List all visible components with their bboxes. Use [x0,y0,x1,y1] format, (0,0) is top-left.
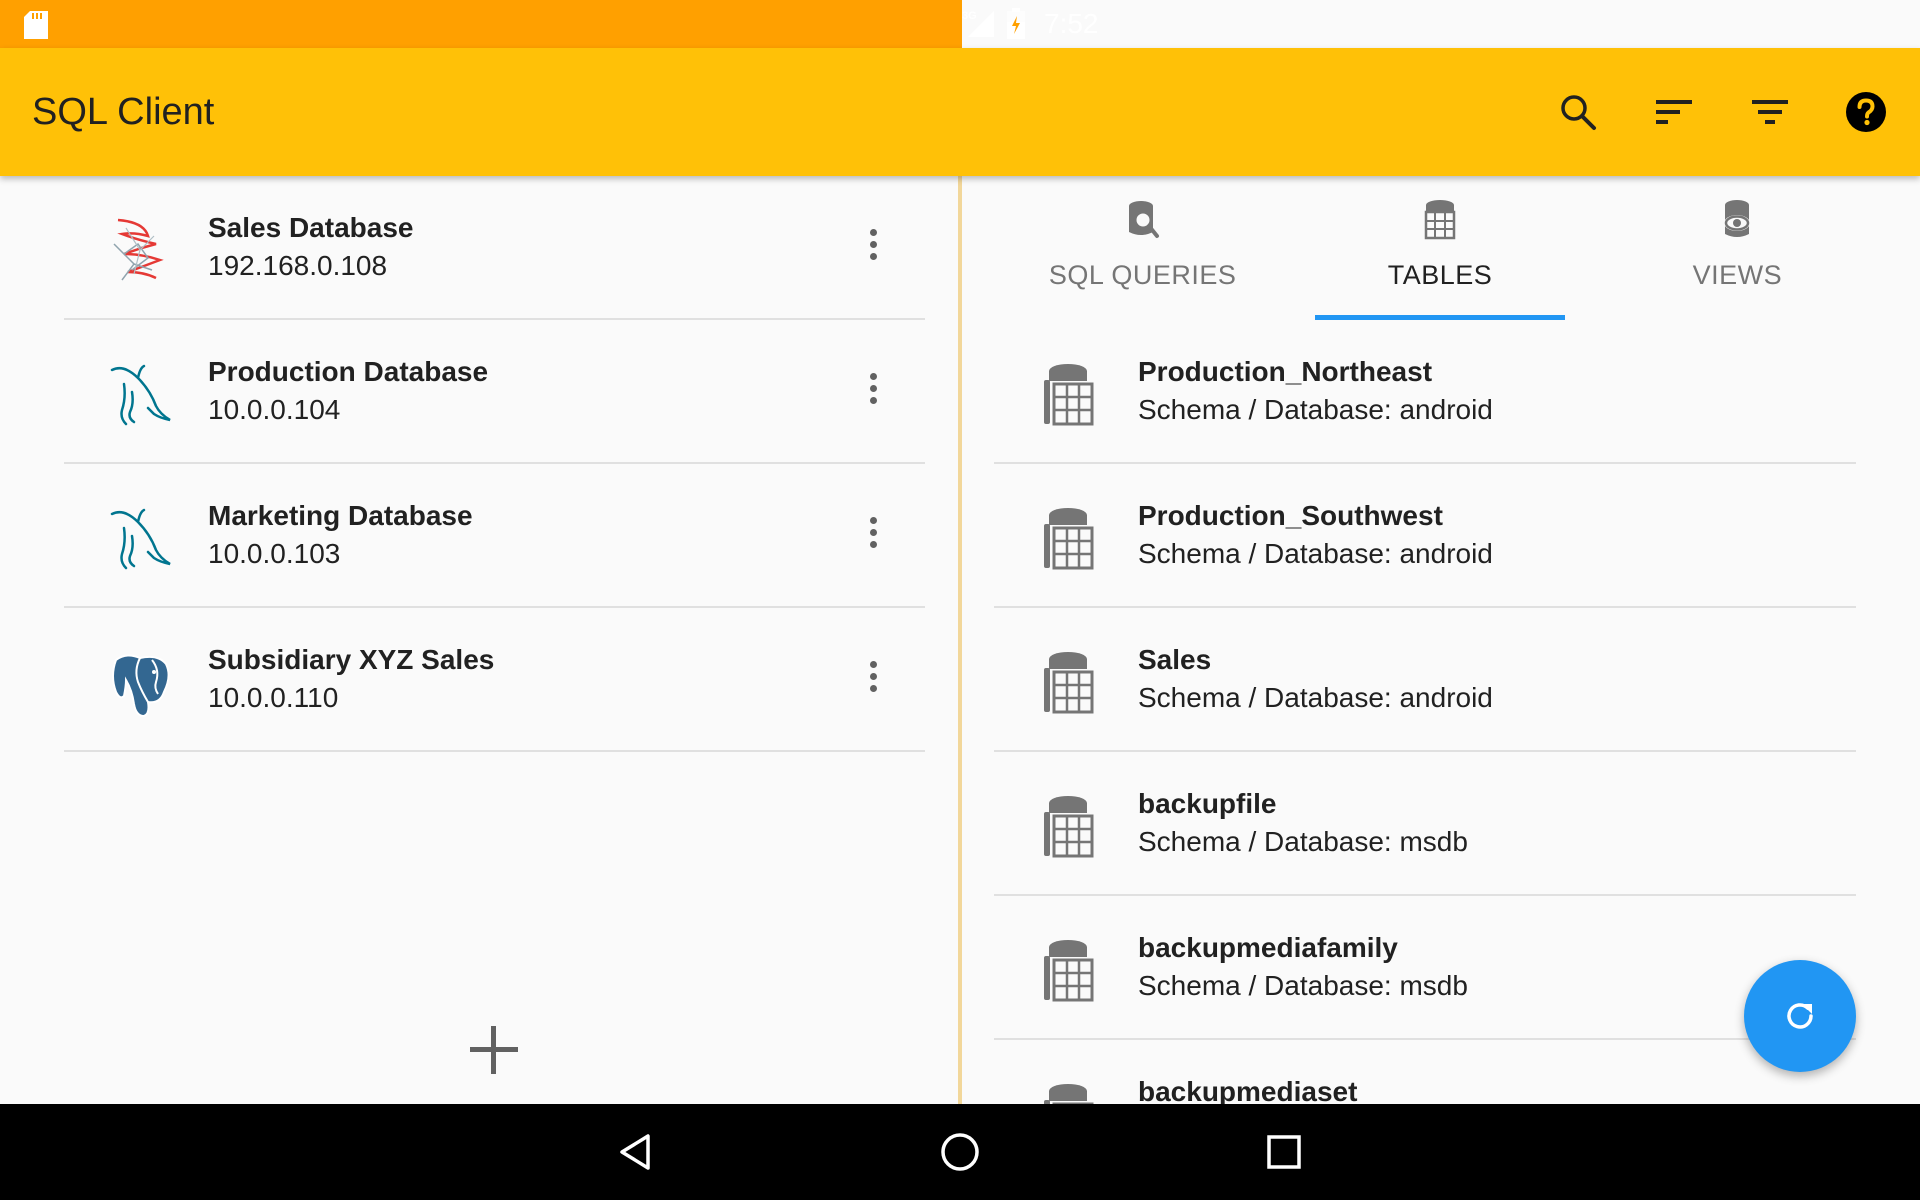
table-name: Production_Northeast [1138,356,1433,387]
table-schema: Schema / Database: android [1138,538,1493,569]
app-bar: SQL Client [0,48,1920,176]
table-icon [1042,794,1094,858]
connections-pane: Sales Database 192.168.0.108 Production … [0,176,958,1104]
table-icon [1042,650,1094,714]
connection-item[interactable]: Marketing Database 10.0.0.103 [64,464,925,608]
table-name: backupfile [1138,788,1277,819]
add-connection-button[interactable] [464,1020,524,1080]
more-options-button[interactable] [861,220,885,268]
table-list: Production_Northeast Schema / Database: … [994,320,1856,1104]
table-icon [1042,362,1094,426]
network-type: 3G [962,10,977,22]
table-schema: Schema / Database: android [1138,394,1493,425]
tab-tables[interactable]: TABLES [1291,176,1588,320]
mysql-dolphin-icon [110,364,171,426]
connection-address: 10.0.0.104 [208,394,341,425]
table-name: backupmediaset [1138,1076,1358,1104]
sort-icon [1656,100,1692,124]
help-button[interactable] [1842,88,1890,136]
clock: 7:52 [1044,8,1099,39]
connection-item[interactable]: Production Database 10.0.0.104 [64,320,925,464]
tab-bar: SQL QUERIES TABLES VIEWS [994,176,1886,320]
mysql-dolphin-icon [110,508,171,570]
sqlserver-logo-icon [113,218,164,281]
table-icon [1424,200,1456,240]
tab-sql-queries[interactable]: SQL QUERIES [994,176,1291,320]
tab-label: VIEWS [1692,260,1783,290]
table-row[interactable]: Production_Southwest Schema / Database: … [994,464,1856,608]
home-button[interactable] [936,1128,984,1176]
app-title: SQL Client [32,91,215,133]
table-row[interactable]: Production_Northeast Schema / Database: … [994,320,1856,464]
navigation-bar [0,1104,1920,1200]
refresh-icon [1787,1003,1813,1029]
search-icon [1561,95,1596,130]
connection-address: 192.168.0.108 [208,250,388,281]
tab-views[interactable]: VIEWS [1589,176,1886,320]
connection-address: 10.0.0.110 [208,682,339,713]
postgresql-elephant-icon [112,654,170,718]
table-row[interactable]: backupfile Schema / Database: msdb [994,752,1856,896]
connection-list: Sales Database 192.168.0.108 Production … [64,176,925,752]
more-options-button[interactable] [861,364,885,412]
table-schema: Schema / Database: android [1138,682,1493,713]
connection-name: Sales Database [208,212,414,243]
tab-label: TABLES [1387,260,1493,290]
sql-query-icon [1128,201,1159,238]
search-button[interactable] [1554,88,1602,136]
tab-label: SQL QUERIES [1048,260,1237,290]
table-row[interactable]: Sales Schema / Database: android [994,608,1856,752]
filter-button[interactable] [1746,88,1794,136]
more-options-button[interactable] [861,652,885,700]
sd-card-icon [24,11,48,39]
table-schema: Schema / Database: msdb [1138,970,1468,1001]
table-row[interactable]: backupmediaset [994,1040,1856,1104]
status-bar: 3G 7:52 [0,0,1920,48]
view-icon [1724,200,1751,237]
table-schema: Schema / Database: msdb [1138,826,1468,857]
connection-item[interactable]: Sales Database 192.168.0.108 [64,176,925,320]
back-button[interactable] [612,1128,660,1176]
recents-button[interactable] [1260,1128,1308,1176]
more-options-button[interactable] [861,508,885,556]
battery-icon [1007,8,1025,39]
sort-button[interactable] [1650,88,1698,136]
connection-name: Subsidiary XYZ Sales [208,644,495,675]
signal-icon: 3G [962,10,994,37]
refresh-button[interactable] [1744,960,1856,1072]
table-name: Sales [1138,644,1212,675]
table-icon [1042,1082,1094,1104]
filter-icon [1752,100,1788,124]
connection-address: 10.0.0.103 [208,538,341,569]
connection-name: Production Database [208,356,489,387]
connection-item[interactable]: Subsidiary XYZ Sales 10.0.0.110 [64,608,925,752]
table-icon [1042,938,1094,1002]
table-name: backupmediafamily [1138,932,1398,963]
table-row[interactable]: backupmediafamily Schema / Database: msd… [994,896,1856,1040]
help-icon [1846,92,1886,132]
table-icon [1042,506,1094,570]
connection-name: Marketing Database [208,500,473,531]
table-name: Production_Southwest [1138,500,1443,531]
